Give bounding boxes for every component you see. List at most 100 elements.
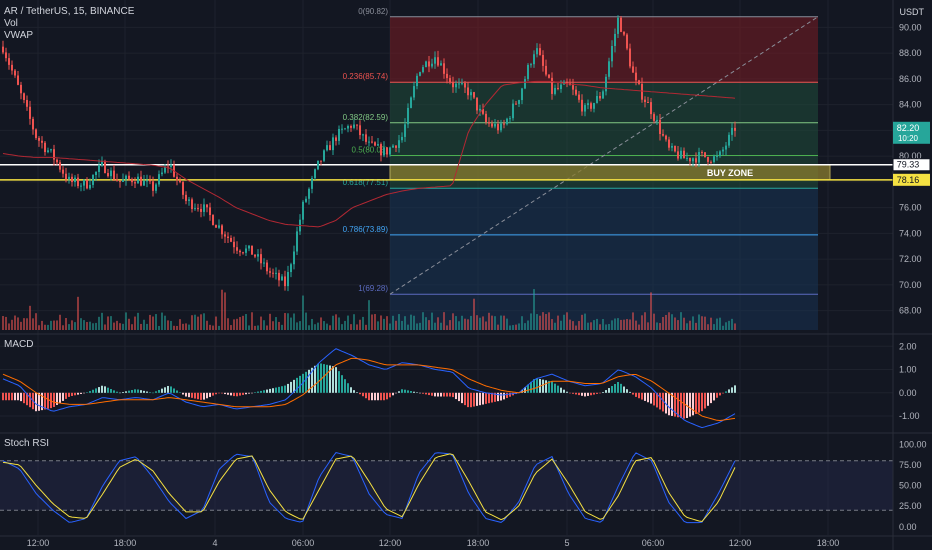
volume-bar (635, 320, 637, 330)
macd-histogram-bar (236, 392, 238, 397)
macd-histogram-bar (74, 392, 76, 396)
volume-bar (398, 314, 400, 330)
volume-bar (668, 312, 670, 330)
volume-bar (176, 325, 178, 330)
volume-bar (335, 314, 337, 330)
candle-body (587, 103, 589, 106)
volume-bar (728, 320, 730, 330)
macd-histogram-bar (272, 388, 274, 393)
volume-bar (140, 323, 142, 330)
volume-bar (29, 305, 31, 330)
macd-histogram-bar (119, 392, 121, 394)
candle-body (617, 17, 619, 34)
macd-histogram-bar (593, 392, 595, 395)
macd-histogram-bar (713, 392, 715, 401)
candle-body (593, 103, 595, 109)
macd-histogram-bar (545, 380, 547, 393)
candle-body (602, 91, 604, 99)
candle-body (533, 54, 535, 65)
macd-histogram-bar (413, 391, 415, 393)
macd-histogram-bar (428, 392, 430, 396)
candle-body (494, 123, 496, 127)
macd-histogram-bar (185, 392, 187, 397)
volume-bar (17, 317, 19, 330)
candle-body (719, 151, 721, 156)
volume-bar (404, 316, 406, 330)
volume-bar (257, 325, 259, 330)
macd-histogram-bar (158, 389, 160, 393)
macd-histogram-bar (266, 389, 268, 393)
candle-body (98, 165, 100, 172)
macd-histogram-bar (404, 389, 406, 393)
volume-bar (665, 314, 667, 330)
candle-body (281, 276, 283, 281)
candle-body (200, 208, 202, 212)
macd-histogram-bar (395, 392, 397, 394)
macd-histogram-bar (188, 392, 190, 398)
candle-body (203, 204, 205, 212)
macd-histogram-bar (125, 391, 127, 393)
candle-body (572, 85, 574, 90)
candle-body (560, 84, 562, 89)
fib-band-2 (390, 122, 818, 156)
macd-histogram-bar (362, 392, 364, 397)
indicator-label-vwap: VWAP (4, 30, 34, 41)
macd-histogram-bar (359, 392, 361, 395)
macd-histogram-bar (575, 392, 577, 395)
macd-histogram-bar (65, 392, 67, 399)
macd-histogram-bar (317, 363, 319, 393)
volume-bar (425, 317, 427, 330)
volume-bar (98, 316, 100, 330)
macd-histogram-bar (398, 391, 400, 393)
volume-bar (614, 318, 616, 330)
macd-histogram-bar (269, 388, 271, 393)
candle-body (515, 103, 517, 105)
trading-chart[interactable]: 0(90.82) 0.236(85.74) 0.382(82.59) 0.5(80.0… (0, 0, 932, 550)
macd-histogram-bar (239, 392, 241, 396)
volume-bar (299, 321, 301, 330)
candle-body (350, 125, 352, 128)
macd-histogram-bar (563, 389, 565, 393)
volume-bar (95, 322, 97, 330)
candle-body (155, 184, 157, 191)
candle-body (590, 103, 592, 109)
volume-bar (641, 315, 643, 330)
macd-histogram-bar (263, 390, 265, 393)
candle-body (143, 180, 145, 186)
candle-body (230, 237, 232, 242)
fib-band-4 (390, 188, 818, 235)
macd-histogram-bar (131, 389, 133, 393)
candle-body (548, 74, 550, 78)
macd-histogram-bar (290, 381, 292, 393)
macd-histogram-bar (92, 389, 94, 393)
volume-bar (245, 314, 247, 330)
volume-bar (518, 323, 520, 330)
candle-body (518, 100, 520, 104)
macd-histogram-bar (611, 386, 613, 393)
volume-bar (626, 319, 628, 330)
volume-bar (674, 317, 676, 330)
candle-body (23, 93, 25, 100)
volume-bar (329, 325, 331, 330)
volume-bar (332, 315, 334, 330)
volume-bar (164, 315, 166, 330)
macd-histogram-bar (659, 392, 661, 410)
candle-body (605, 76, 607, 92)
candle-body (725, 145, 727, 150)
stoch-axis-tick: 25.00 (899, 501, 922, 511)
candle-body (344, 128, 346, 130)
price-axis-tick: 74.00 (899, 228, 922, 238)
volume-bar (389, 323, 391, 330)
volume-bar (290, 317, 292, 330)
macd-histogram-bar (251, 392, 253, 394)
macd-histogram-bar (224, 392, 226, 395)
volume-bar (26, 318, 28, 330)
macd-histogram-bar (716, 392, 718, 398)
macd-histogram-bar (80, 392, 82, 394)
candle-body (401, 136, 403, 141)
candle-body (413, 86, 415, 98)
candle-body (194, 208, 196, 210)
candle-body (308, 188, 310, 199)
candle-body (269, 271, 271, 273)
volume-bar (533, 289, 535, 330)
